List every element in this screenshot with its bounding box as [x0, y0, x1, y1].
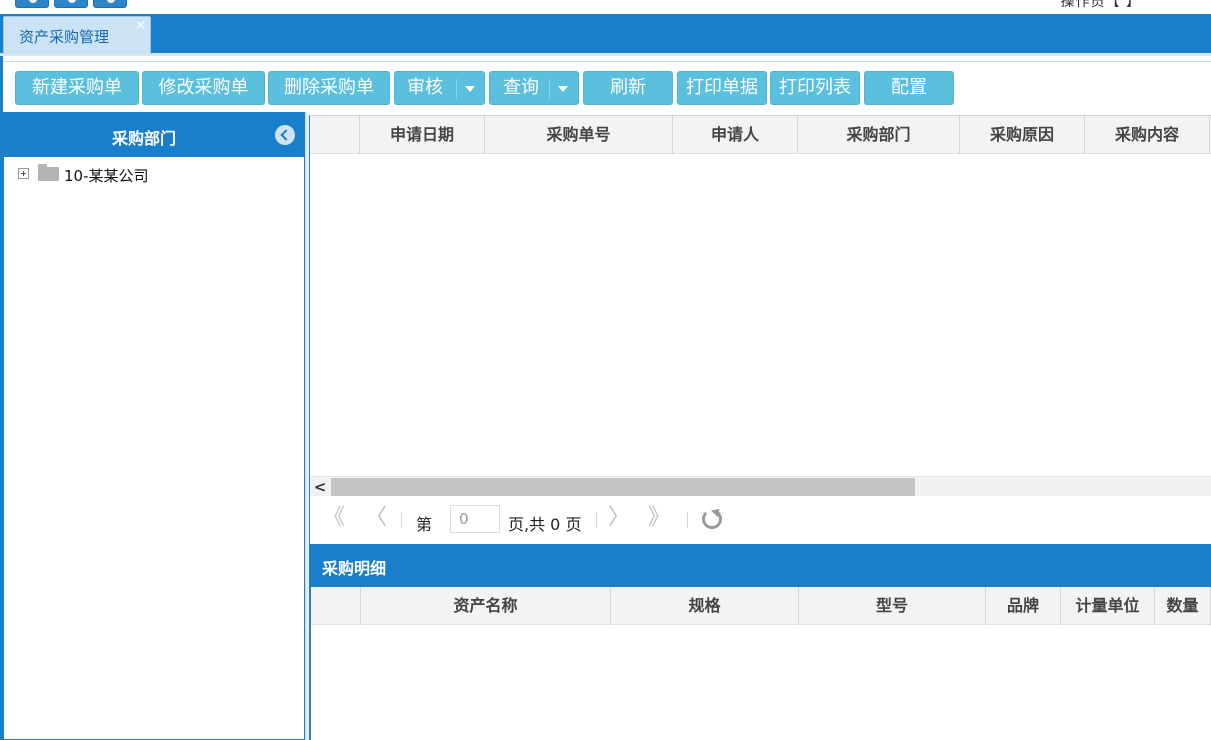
detail-panel-title: 采购明细 [322, 559, 387, 578]
top-button-1[interactable] [15, 0, 49, 8]
column-header-reason[interactable]: 采购原因 [960, 116, 1085, 154]
detail-column-asset-name[interactable]: 资产名称 [361, 587, 611, 625]
new-order-button[interactable]: 新建采购单 [15, 71, 139, 105]
column-header-apply-date[interactable]: 申请日期 [360, 116, 485, 154]
tab-close-icon[interactable]: × [135, 19, 146, 32]
detail-column-brand[interactable]: 品牌 [986, 587, 1061, 625]
prev-page-icon[interactable]: 〈 [365, 507, 387, 529]
audit-label: 审核 [407, 77, 443, 98]
toolbar: 新建采购单 修改采购单 删除采购单 审核 查询 刷新 打印单据 打印列表 配置 [3, 61, 1211, 111]
print-doc-button[interactable]: 打印单据 [677, 71, 767, 105]
query-label: 查询 [503, 77, 539, 98]
detail-column-quantity[interactable]: 数量 [1155, 587, 1211, 625]
horizontal-scrollbar[interactable]: < [310, 476, 1211, 496]
page-number-input[interactable] [450, 505, 500, 533]
operator-label: 操作员【 】 [1060, 0, 1141, 10]
tree-node-label[interactable]: 10-某某公司 [64, 165, 149, 186]
pager-separator [596, 512, 597, 528]
top-strip: 操作员【 】 [0, 0, 1211, 14]
detail-column-select[interactable] [311, 587, 361, 625]
column-header-content[interactable]: 采购内容 [1085, 116, 1210, 154]
edit-order-button[interactable]: 修改采购单 [142, 71, 265, 105]
scrollbar-thumb[interactable] [331, 478, 915, 496]
orders-grid: 申请日期 采购单号 申请人 采购部门 采购原因 采购内容 < [309, 115, 1211, 496]
expand-icon[interactable] [18, 168, 29, 179]
top-button-2-icon [68, 0, 76, 3]
department-panel: 采购部门 10-某某公司 [3, 112, 305, 740]
audit-dropdown-icon[interactable] [465, 86, 475, 92]
first-page-icon[interactable]: 《 [323, 507, 345, 529]
next-page-icon[interactable]: 〉 [608, 507, 630, 529]
refresh-button[interactable]: 刷新 [583, 71, 673, 105]
query-dropdown-icon[interactable] [558, 86, 568, 92]
tab-bar: 资产采购管理 × [0, 14, 1211, 56]
page-total-label: 页,共 0 页 [508, 515, 582, 534]
top-button-3[interactable] [93, 0, 127, 8]
detail-column-spec[interactable]: 规格 [611, 587, 799, 625]
detail-grid: 资产名称 规格 型号 品牌 计量单位 数量 [309, 587, 1211, 740]
pagination-bar: 《 〈 第 页,共 0 页 〉 》 [309, 496, 1211, 544]
tab-label: 资产采购管理 [19, 28, 110, 46]
top-button-1-icon [29, 0, 37, 3]
collapse-left-icon[interactable] [275, 125, 295, 145]
delete-order-button[interactable]: 删除采购单 [268, 71, 390, 105]
audit-separator [456, 79, 457, 99]
query-separator [549, 79, 550, 99]
column-header-select[interactable] [310, 116, 360, 154]
top-button-3-icon [107, 0, 115, 3]
department-panel-title: 采购部门 [111, 129, 176, 148]
print-list-button[interactable]: 打印列表 [770, 71, 860, 105]
detail-column-unit[interactable]: 计量单位 [1061, 587, 1155, 625]
top-button-2[interactable] [54, 0, 88, 8]
orders-grid-header: 申请日期 采购单号 申请人 采购部门 采购原因 采购内容 [310, 116, 1211, 154]
pager-separator [401, 512, 402, 528]
detail-panel-header: 采购明细 [309, 544, 1211, 587]
column-header-order-no[interactable]: 采购单号 [485, 116, 673, 154]
folder-icon [38, 164, 59, 181]
reload-icon[interactable] [702, 509, 722, 529]
config-button[interactable]: 配置 [864, 71, 954, 105]
detail-column-model[interactable]: 型号 [799, 587, 986, 625]
pager-separator [687, 512, 688, 528]
column-header-department[interactable]: 采购部门 [798, 116, 960, 154]
audit-button[interactable]: 审核 [394, 71, 485, 105]
column-header-applicant[interactable]: 申请人 [673, 116, 798, 154]
query-button[interactable]: 查询 [489, 71, 579, 105]
detail-grid-header: 资产名称 规格 型号 品牌 计量单位 数量 [311, 587, 1211, 625]
page-prefix-label: 第 [416, 515, 433, 534]
scroll-left-icon[interactable]: < [310, 477, 330, 497]
last-page-icon[interactable]: 》 [648, 507, 670, 529]
department-panel-header: 采购部门 [4, 112, 304, 157]
tab-asset-purchase[interactable]: 资产采购管理 × [3, 16, 151, 54]
